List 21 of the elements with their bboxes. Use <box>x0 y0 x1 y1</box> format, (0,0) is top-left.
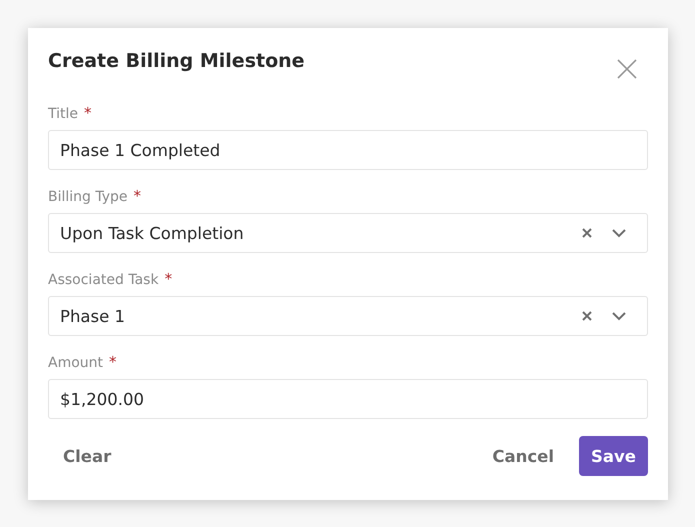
dialog-title: Create Billing Milestone <box>48 50 305 72</box>
cancel-button[interactable]: Cancel <box>477 436 569 476</box>
clear-button[interactable]: Clear <box>48 436 126 476</box>
required-mark: * <box>134 187 142 205</box>
clear-icon[interactable] <box>582 311 592 321</box>
required-mark: * <box>109 353 117 371</box>
field-label: Associated Task <box>48 272 159 288</box>
clear-icon[interactable] <box>582 228 592 238</box>
chevron-down-icon[interactable] <box>612 312 626 320</box>
field-label: Billing Type <box>48 189 128 205</box>
field-label: Title <box>48 106 78 122</box>
text-field[interactable]: Phase 1 Completed <box>48 130 648 170</box>
close-icon[interactable] <box>616 58 638 80</box>
required-mark: * <box>164 270 172 288</box>
required-mark: * <box>84 104 92 122</box>
chevron-down-icon[interactable] <box>612 228 626 238</box>
save-button[interactable]: Save <box>579 436 648 476</box>
select-field[interactable]: Upon Task Completion <box>48 213 648 253</box>
text-field[interactable]: $1,200.00 <box>48 379 648 419</box>
field-label: Amount <box>48 355 104 371</box>
select-field[interactable]: Phase 1 <box>48 296 648 336</box>
